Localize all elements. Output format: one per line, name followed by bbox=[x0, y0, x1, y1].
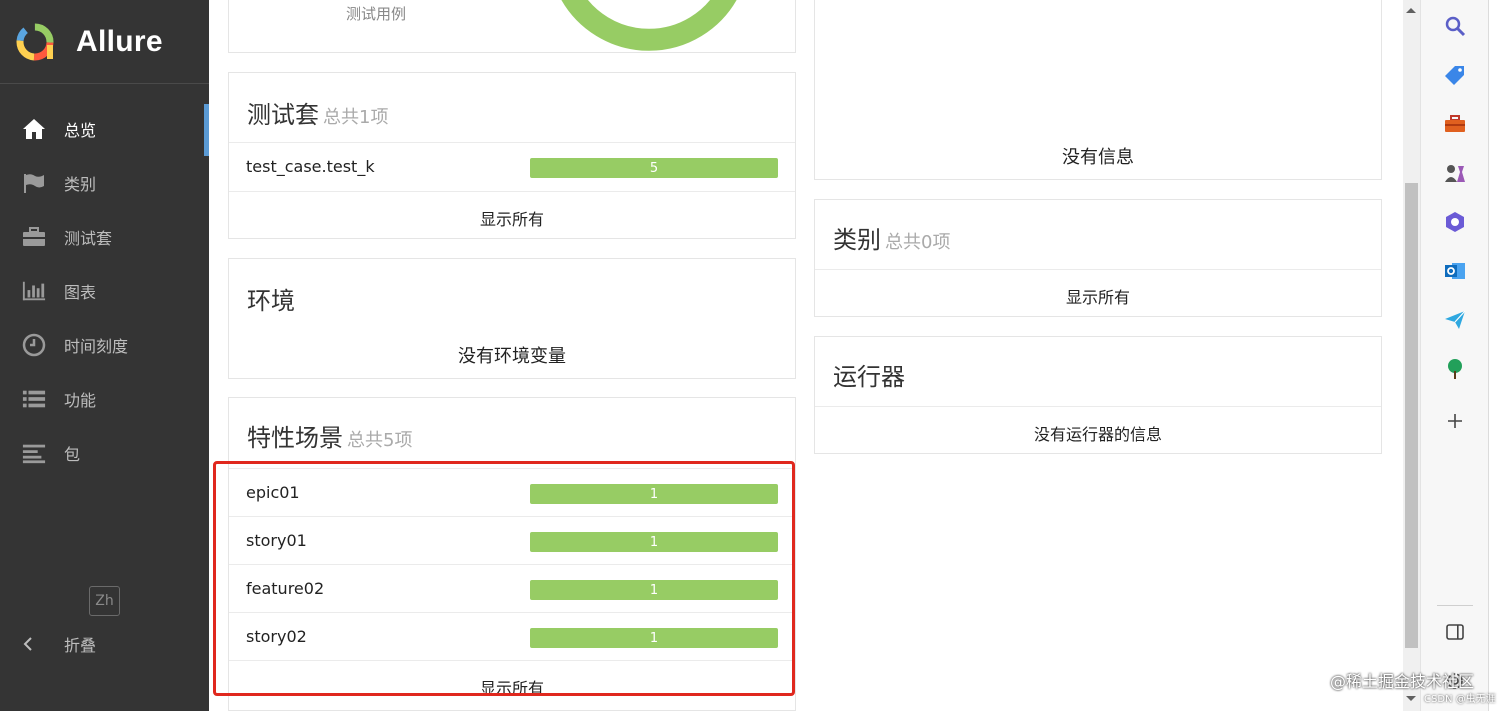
sidebar-item-categories[interactable]: 类别 bbox=[0, 156, 209, 210]
executors-title: 运行器 bbox=[833, 363, 905, 391]
sidebar-divider bbox=[1437, 605, 1473, 606]
plus-icon[interactable] bbox=[1441, 407, 1469, 435]
info-empty: 没有信息 bbox=[1062, 147, 1134, 168]
executors-row: 没有运行器的信息 bbox=[815, 406, 1381, 454]
toolbox-icon[interactable] bbox=[1441, 110, 1469, 138]
sidebar-item-overview[interactable]: 总览 bbox=[0, 102, 209, 156]
align-left-icon bbox=[22, 441, 46, 465]
features-count: 总共5项 bbox=[347, 430, 413, 451]
environment-card: 环境 没有环境变量 bbox=[228, 258, 796, 379]
chevron-left-icon bbox=[23, 637, 32, 651]
bar-chart-icon bbox=[22, 279, 46, 303]
send-icon[interactable] bbox=[1441, 306, 1469, 334]
page-scrollbar[interactable] bbox=[1403, 0, 1420, 711]
sidebar-item-behaviors[interactable]: 功能 bbox=[0, 372, 209, 426]
show-all-label: 显示所有 bbox=[479, 210, 544, 229]
sidebar-item-graphs[interactable]: 图表 bbox=[0, 264, 209, 318]
split-screen-icon[interactable] bbox=[1441, 618, 1469, 646]
flag-icon bbox=[22, 171, 46, 195]
briefcase-icon bbox=[22, 225, 46, 249]
donut-chart bbox=[561, 0, 737, 51]
window-edge bbox=[1488, 0, 1512, 711]
sidebar-item-label: 包 bbox=[64, 445, 81, 464]
test-cases-card: 测试用例 bbox=[228, 0, 796, 53]
test-cases-caption: 测试用例 bbox=[346, 5, 407, 23]
categories-card: 类别 总共0项 显示所有 bbox=[814, 199, 1382, 317]
language-switch[interactable]: Zh bbox=[89, 586, 120, 616]
features-title: 特性场景 总共5项 bbox=[247, 418, 412, 453]
suites-title: 测试套 总共1项 bbox=[247, 95, 388, 130]
collapse-button[interactable]: 折叠 bbox=[22, 628, 96, 660]
environment-title: 环境 bbox=[247, 287, 295, 315]
sidebar-item-label: 时间刻度 bbox=[64, 337, 129, 356]
passed-bar: 5 bbox=[530, 158, 778, 178]
collapse-label: 折叠 bbox=[64, 636, 97, 655]
brand-name: Allure bbox=[76, 24, 163, 58]
show-all-link[interactable]: 显示所有 bbox=[815, 269, 1381, 317]
scroll-up-icon[interactable] bbox=[1406, 8, 1416, 13]
scroll-down-icon[interactable] bbox=[1406, 696, 1416, 701]
categories-title-text: 类别 bbox=[833, 226, 881, 254]
categories-count: 总共0项 bbox=[885, 232, 951, 253]
allure-logo-icon bbox=[16, 23, 54, 60]
show-all-label: 显示所有 bbox=[1065, 288, 1130, 307]
sidebar-item-label: 功能 bbox=[64, 391, 97, 410]
sidebar: Allure 总览 类别 测试套 图表 时间刻度 功能 包 Zh 折叠 bbox=[0, 0, 209, 711]
outlook-icon[interactable] bbox=[1441, 257, 1469, 285]
features-title-text: 特性场景 bbox=[247, 424, 343, 452]
sidebar-item-label: 类别 bbox=[64, 175, 97, 194]
browser-sidebar bbox=[1420, 0, 1488, 711]
table-row[interactable]: test_case.test_k 5 bbox=[229, 142, 795, 191]
watermark-subtext: CSDN @虫无涯 bbox=[1424, 694, 1496, 705]
executors-empty: 没有运行器的信息 bbox=[1033, 425, 1162, 444]
search-icon[interactable] bbox=[1441, 12, 1469, 40]
copilot-icon[interactable] bbox=[1441, 208, 1469, 236]
clock-icon bbox=[22, 333, 46, 357]
categories-title: 类别 总共0项 bbox=[833, 220, 950, 255]
main-content: 测试用例 测试套 总共1项 test_case.test_k 5 显示所有 环境 … bbox=[209, 0, 1403, 711]
sidebar-item-label: 图表 bbox=[64, 283, 97, 302]
games-icon[interactable] bbox=[1441, 159, 1469, 187]
tag-icon[interactable] bbox=[1441, 61, 1469, 89]
sidebar-item-label: 测试套 bbox=[64, 229, 113, 248]
tree-icon[interactable] bbox=[1441, 355, 1469, 383]
list-icon bbox=[22, 387, 46, 411]
sidebar-item-label: 总览 bbox=[64, 121, 97, 140]
environment-empty: 没有环境变量 bbox=[458, 346, 566, 367]
executors-card: 运行器 没有运行器的信息 bbox=[814, 336, 1382, 454]
show-all-link[interactable]: 显示所有 bbox=[229, 191, 795, 239]
home-icon bbox=[22, 117, 46, 141]
sidebar-item-suites[interactable]: 测试套 bbox=[0, 210, 209, 264]
suite-name: test_case.test_k bbox=[246, 157, 375, 176]
sidebar-item-packages[interactable]: 包 bbox=[0, 426, 209, 480]
brand[interactable]: Allure bbox=[0, 0, 209, 84]
suites-card: 测试套 总共1项 test_case.test_k 5 显示所有 bbox=[228, 72, 796, 239]
sidebar-item-timeline[interactable]: 时间刻度 bbox=[0, 318, 209, 372]
highlight-annotation bbox=[213, 461, 795, 696]
suites-title-text: 测试套 bbox=[247, 101, 319, 129]
info-card: 没有信息 bbox=[814, 0, 1382, 180]
sidebar-nav: 总览 类别 测试套 图表 时间刻度 功能 包 bbox=[0, 102, 209, 480]
suites-count: 总共1项 bbox=[323, 107, 389, 128]
watermark-text: @稀土掘金技术社区 bbox=[1330, 672, 1475, 691]
scrollbar-thumb[interactable] bbox=[1405, 183, 1418, 648]
